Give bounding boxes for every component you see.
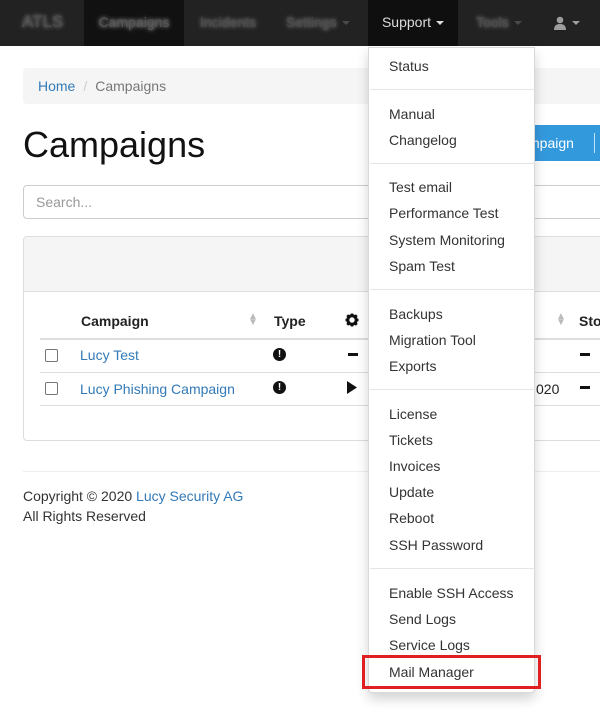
footer-copyright-line: Copyright © 2020 Lucy Security AG <box>23 486 243 506</box>
dash-icon <box>580 386 590 389</box>
campaign-link[interactable]: Lucy Phishing Campaign <box>80 381 235 397</box>
menu-item-tickets[interactable]: Tickets <box>389 432 433 448</box>
dash-icon <box>580 353 590 356</box>
column-header-type[interactable]: Type <box>274 313 306 329</box>
nav-campaigns-label: Campaigns <box>98 14 170 30</box>
menu-item-reboot[interactable]: Reboot <box>389 510 434 526</box>
menu-item-backups[interactable]: Backups <box>389 306 443 322</box>
menu-item-exports[interactable]: Exports <box>389 358 436 374</box>
nav-tools-label: Tools <box>476 14 509 30</box>
chevron-down-icon <box>572 21 580 26</box>
page-title: Campaigns <box>23 124 206 165</box>
menu-divider <box>370 568 535 569</box>
chevron-down-icon <box>513 21 522 26</box>
nav-settings-label: Settings <box>286 14 337 30</box>
dash-icon <box>348 353 358 356</box>
menu-item-license[interactable]: License <box>389 406 437 422</box>
menu-item-invoices[interactable]: Invoices <box>389 458 440 474</box>
menu-item-service-logs[interactable]: Service Logs <box>389 637 470 653</box>
sort-icon[interactable]: ▲ ▼ <box>248 312 258 328</box>
menu-divider <box>370 89 535 90</box>
button-divider <box>594 133 595 153</box>
user-icon <box>554 16 566 31</box>
menu-item-changelog[interactable]: Changelog <box>389 132 457 148</box>
copyright-text: Copyright © 2020 <box>23 488 137 504</box>
menu-item-spam-test[interactable]: Spam Test <box>389 258 455 274</box>
gear-icon[interactable] <box>345 313 359 327</box>
company-link[interactable]: Lucy Security AG <box>136 488 243 504</box>
nav-incidents[interactable]: Incidents <box>200 0 256 46</box>
start-date-cell: 020 <box>536 381 560 397</box>
menu-item-status[interactable]: Status <box>389 58 429 74</box>
sort-icon[interactable]: ▲ ▼ <box>556 312 566 328</box>
menu-item-performance-test[interactable]: Performance Test <box>389 205 498 221</box>
nav-support-label: Support <box>381 14 432 30</box>
rights-text: All Rights Reserved <box>23 508 146 524</box>
support-dropdown-menu: Status Manual Changelog Test email Perfo… <box>368 47 535 693</box>
column-header-campaign[interactable]: Campaign <box>81 313 149 329</box>
nav-campaigns[interactable]: Campaigns <box>84 0 184 46</box>
chevron-down-icon <box>341 21 350 26</box>
top-navbar: ATLS Campaigns Incidents Settings Suppor… <box>0 0 600 46</box>
nav-support[interactable]: Support <box>368 0 458 46</box>
exclamation-icon: ! <box>273 348 286 361</box>
menu-divider <box>370 163 535 164</box>
menu-divider <box>370 389 535 390</box>
footer: Copyright © 2020 Lucy Security AG All Ri… <box>23 486 243 526</box>
nav-tools[interactable]: Tools <box>476 0 522 46</box>
row-checkbox[interactable] <box>45 349 58 362</box>
highlight-box <box>362 655 541 689</box>
menu-item-manual[interactable]: Manual <box>389 106 435 122</box>
chevron-down-icon <box>436 21 445 26</box>
exclamation-icon: ! <box>273 381 286 394</box>
menu-item-ssh-password[interactable]: SSH Password <box>389 537 483 553</box>
menu-divider <box>370 289 535 290</box>
breadcrumb-home-link[interactable]: Home <box>38 78 75 94</box>
menu-item-migration-tool[interactable]: Migration Tool <box>389 332 476 348</box>
nav-settings[interactable]: Settings <box>286 0 350 46</box>
menu-item-system-monitoring[interactable]: System Monitoring <box>389 232 505 248</box>
brand-logo[interactable]: ATLS <box>22 0 63 46</box>
play-icon[interactable] <box>346 381 358 394</box>
user-menu[interactable] <box>548 0 600 46</box>
breadcrumb-separator: / <box>83 78 88 94</box>
column-header-status[interactable]: Sto <box>579 313 600 329</box>
menu-item-test-email[interactable]: Test email <box>389 179 452 195</box>
row-checkbox[interactable] <box>45 382 58 395</box>
menu-item-send-logs[interactable]: Send Logs <box>389 611 456 627</box>
campaign-link[interactable]: Lucy Test <box>80 347 139 363</box>
breadcrumb-current: Campaigns <box>95 78 167 94</box>
menu-item-update[interactable]: Update <box>389 484 434 500</box>
menu-item-enable-ssh-access[interactable]: Enable SSH Access <box>389 585 514 601</box>
